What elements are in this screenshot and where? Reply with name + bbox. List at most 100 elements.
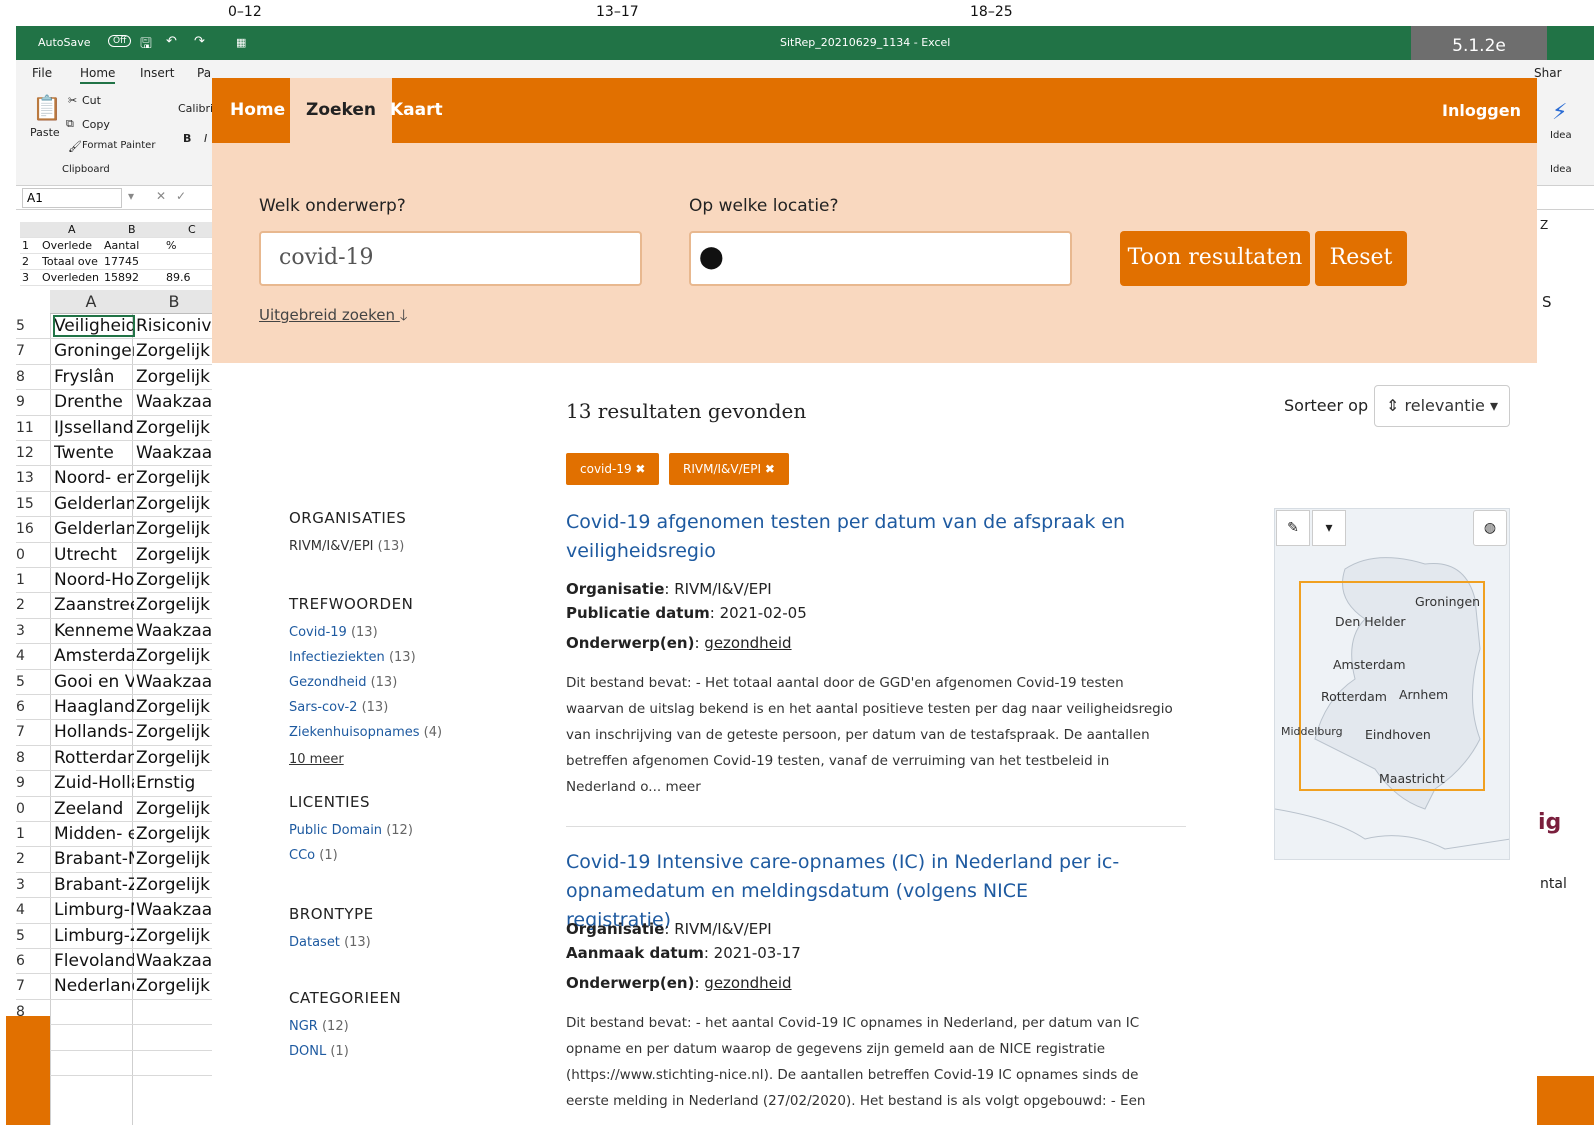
cell-b[interactable]: Zorgelijk (136, 976, 216, 996)
facet-item[interactable]: Infectieziekten (13) (289, 650, 416, 665)
cell-a[interactable]: Noord-Ho (54, 570, 134, 590)
cell-a[interactable]: Zaanstree (54, 595, 134, 615)
cut-button[interactable]: Cut (82, 94, 101, 107)
cell-a[interactable]: Zeeland (54, 799, 134, 819)
column-header-z[interactable]: Z (1540, 218, 1548, 232)
cell-b[interactable]: Waakzaam (136, 672, 216, 692)
login-link[interactable]: Inloggen (1442, 78, 1521, 143)
cell-a[interactable]: Limburg-Z (54, 926, 134, 946)
cell-a[interactable]: Gelderlan (54, 494, 134, 514)
cell-b[interactable]: Waakzaam (136, 900, 216, 920)
redo-icon[interactable]: ↷ (194, 34, 205, 49)
mini-col-b[interactable]: B (128, 223, 136, 236)
cell-a[interactable]: Hollands-I (54, 722, 134, 742)
mini-col-a[interactable]: A (68, 223, 76, 236)
menu-file[interactable]: File (32, 66, 52, 80)
cell-a[interactable]: Zuid-Holla (54, 773, 134, 793)
cell-b[interactable]: Zorgelijk (136, 545, 216, 565)
remove-filter-icon[interactable]: ✖ (635, 462, 645, 476)
cell-a[interactable]: Nederland (54, 976, 134, 996)
mini-col-c[interactable]: C (188, 223, 196, 236)
facet-item[interactable]: Covid-19 (13) (289, 625, 378, 640)
cell-b[interactable]: Zorgelijk (136, 722, 216, 742)
cell-a[interactable]: Amsterda (54, 646, 134, 666)
column-header-a[interactable]: A (50, 290, 132, 314)
cell-a[interactable]: Gooi en V (54, 672, 134, 692)
facet-item[interactable]: RIVM/I&V/EPI (13) (289, 539, 404, 554)
location-input[interactable]: ⬤ (689, 231, 1072, 286)
filter-tag-covid[interactable]: covid-19 ✖ (566, 453, 660, 485)
cell-b[interactable]: Zorgelijk (136, 824, 216, 844)
cell-a[interactable]: Gelderlan (54, 519, 134, 539)
filter-tag-org[interactable]: RIVM/I&V/EPI ✖ (669, 453, 789, 485)
cell-b[interactable]: Zorgelijk (136, 494, 216, 514)
globe-icon[interactable]: ◍ (1473, 510, 1507, 546)
quick-access-icon[interactable]: ▦ (236, 36, 246, 49)
cell[interactable]: Overleden (42, 271, 102, 284)
nav-zoeken[interactable]: Zoeken (290, 78, 393, 143)
facet-item[interactable]: Public Domain (12) (289, 823, 413, 838)
cell[interactable]: 15892 (104, 271, 164, 284)
cell-b[interactable]: Ernstig (136, 773, 216, 793)
advanced-search-link[interactable]: Uitgebreid zoeken 🡓 (259, 305, 408, 330)
cell-a[interactable]: Fryslân (54, 367, 134, 387)
paste-button[interactable]: Paste (30, 126, 60, 139)
cell-b[interactable]: Zorgelijk (136, 519, 216, 539)
column-header-b[interactable]: B (132, 290, 216, 314)
facet-item[interactable]: DONL (1) (289, 1044, 349, 1059)
column-header-s[interactable]: S (1542, 293, 1552, 311)
cancel-icon[interactable]: ✕ (156, 189, 166, 203)
cell-a[interactable]: Noord- en (54, 468, 134, 488)
name-box[interactable]: A1 (22, 188, 122, 208)
cell-b[interactable]: Zorgelijk (136, 341, 216, 361)
cell-b[interactable]: Zorgelijk (136, 849, 216, 869)
save-icon[interactable]: 🖫 (140, 33, 152, 57)
cell-a[interactable]: Twente (54, 443, 134, 463)
remove-filter-icon[interactable]: ✖ (765, 462, 775, 476)
cell-a[interactable]: Drenthe (54, 392, 134, 412)
reset-button[interactable]: Reset (1315, 231, 1407, 286)
nav-home[interactable]: Home (230, 78, 285, 143)
paste-icon[interactable]: 📋 (32, 94, 62, 122)
cell-a[interactable]: Limburg-N (54, 900, 134, 920)
format-painter-button[interactable]: Format Painter (82, 140, 155, 151)
cell-b[interactable]: Zorgelijk (136, 418, 216, 438)
cell[interactable]: Aantal (104, 239, 164, 252)
cell-b[interactable]: Zorgelijk (136, 595, 216, 615)
cell-a[interactable]: Brabant-N (54, 849, 134, 869)
cell-b[interactable]: Risiconive (136, 316, 216, 336)
menu-page-layout[interactable]: Pa (197, 66, 211, 80)
subject-link[interactable]: gezondheid (704, 634, 791, 652)
topic-input[interactable]: covid-19 (259, 231, 642, 286)
cell-a[interactable]: Brabant-Z (54, 875, 134, 895)
cell-b[interactable]: Zorgelijk (136, 926, 216, 946)
cell-b[interactable]: Zorgelijk (136, 875, 216, 895)
facet-item[interactable]: NGR (12) (289, 1019, 349, 1034)
enter-icon[interactable]: ✓ (176, 189, 186, 203)
ideas-button[interactable]: Idea (1550, 130, 1572, 141)
ideas-icon[interactable]: ⚡ (1552, 100, 1567, 125)
cell-a[interactable]: Rotterdan (54, 748, 134, 768)
nav-kaart[interactable]: Kaart (390, 78, 443, 143)
bold-button[interactable]: B (183, 132, 191, 145)
autosave-toggle[interactable]: Off (108, 35, 132, 47)
sort-select[interactable]: ⇕ relevantie ▾ (1374, 385, 1510, 427)
cell-b[interactable]: Zorgelijk (136, 799, 216, 819)
draw-icon[interactable]: ✎ (1276, 510, 1310, 546)
cell[interactable]: Overlede (42, 239, 102, 252)
facet-item[interactable]: Sars-cov-2 (13) (289, 700, 388, 715)
subject-link[interactable]: gezondheid (704, 974, 791, 992)
facet-item[interactable]: Gezondheid (13) (289, 675, 397, 690)
result-title-link[interactable]: Covid-19 afgenomen testen per datum van … (566, 508, 1126, 566)
cell-a[interactable]: Haaglande (54, 697, 134, 717)
cell-b[interactable]: Zorgelijk (136, 367, 216, 387)
map-selection-rectangle[interactable] (1299, 581, 1485, 791)
font-name-box[interactable]: Calibri (178, 102, 213, 115)
copy-button[interactable]: Copy (82, 118, 110, 131)
cell-a[interactable]: Veiligheid (53, 315, 135, 337)
cell-a[interactable]: Kenneme (54, 621, 134, 641)
map-dropdown-icon[interactable]: ▾ (1312, 510, 1346, 546)
menu-insert[interactable]: Insert (140, 66, 174, 80)
cell-b[interactable]: Zorgelijk (136, 748, 216, 768)
cell-b[interactable]: Waakzaam (136, 621, 216, 641)
